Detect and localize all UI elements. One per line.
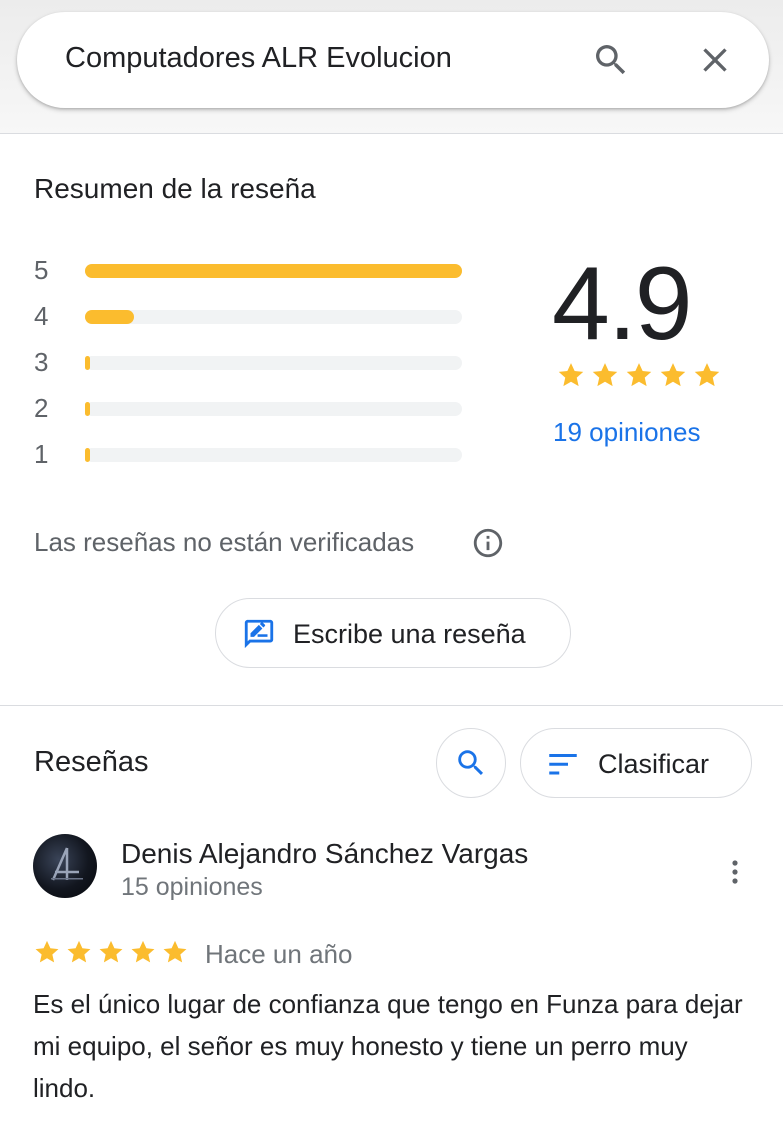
clear-button[interactable] (693, 38, 737, 82)
review-rating-stars (33, 938, 189, 966)
search-header: Computadores ALR Evolucion (0, 0, 783, 134)
star-icon (131, 940, 155, 963)
total-reviews-link[interactable]: 19 opiniones (553, 417, 700, 448)
review-date: Hace un año (205, 939, 353, 969)
rating-row-label: 5 (34, 255, 49, 285)
rating-row-1[interactable]: 1 (34, 439, 474, 469)
rating-bar-fill (85, 402, 90, 416)
more-options-button[interactable] (720, 852, 750, 892)
rating-row-4[interactable]: 4 (34, 301, 474, 331)
avatar[interactable] (33, 834, 97, 898)
search-reviews-button[interactable] (436, 728, 506, 798)
rate-review-icon (244, 619, 274, 649)
rating-row-label: 4 (34, 301, 49, 331)
rating-bar-fill (85, 310, 134, 324)
rating-bar-fill (85, 356, 90, 370)
more-vert-icon (732, 860, 738, 884)
rating-bar-fill (85, 264, 462, 278)
reviews-title: Reseñas (34, 746, 149, 778)
search-icon (458, 750, 484, 776)
rating-bar-track (85, 310, 462, 324)
write-review-button[interactable]: Escribe una reseña (215, 598, 571, 668)
unverified-note: Las reseñas no están verificadas (34, 527, 415, 557)
rating-row-5[interactable]: 5 (34, 255, 474, 285)
close-icon (703, 48, 727, 72)
average-score: 4.9 (552, 246, 693, 362)
search-button[interactable] (589, 38, 633, 82)
rating-row-label: 2 (34, 393, 49, 423)
summary-title: Resumen de la reseña (34, 173, 316, 204)
sort-icon (549, 754, 577, 775)
star-icon (694, 363, 720, 387)
search-icon (596, 45, 626, 75)
star-icon (35, 940, 59, 963)
rating-row-3[interactable]: 3 (34, 347, 474, 377)
rating-bar-track (85, 356, 462, 370)
info-icon[interactable] (471, 526, 505, 560)
rating-row-label: 1 (34, 439, 49, 469)
star-icon (660, 363, 686, 387)
rating-bar-fill (85, 448, 90, 462)
rating-bar-track (85, 448, 462, 462)
rating-bar-track (85, 402, 462, 416)
review-text: Es el único lugar de confianza que tengo… (33, 989, 743, 1103)
rating-row-2[interactable]: 2 (34, 393, 474, 423)
rating-row-label: 3 (34, 347, 49, 377)
search-query[interactable]: Computadores ALR Evolucion (65, 42, 452, 75)
search-bar[interactable]: Computadores ALR Evolucion (17, 12, 769, 108)
star-icon (626, 363, 652, 387)
star-icon (592, 363, 618, 387)
reviewer-review-count: 15 opiniones (121, 873, 263, 901)
reviewer-name[interactable]: Denis Alejandro Sánchez Vargas (121, 838, 528, 870)
avatar-image (51, 847, 83, 881)
sort-label: Clasificar (598, 749, 710, 779)
star-icon (99, 940, 123, 963)
star-icon (558, 363, 584, 387)
sort-button[interactable]: Clasificar (520, 728, 752, 798)
write-review-label: Escribe una reseña (293, 619, 526, 649)
star-icon (67, 940, 91, 963)
star-icon (163, 940, 187, 963)
average-stars (556, 360, 722, 390)
section-divider (0, 705, 783, 706)
rating-bar-track (85, 264, 462, 278)
